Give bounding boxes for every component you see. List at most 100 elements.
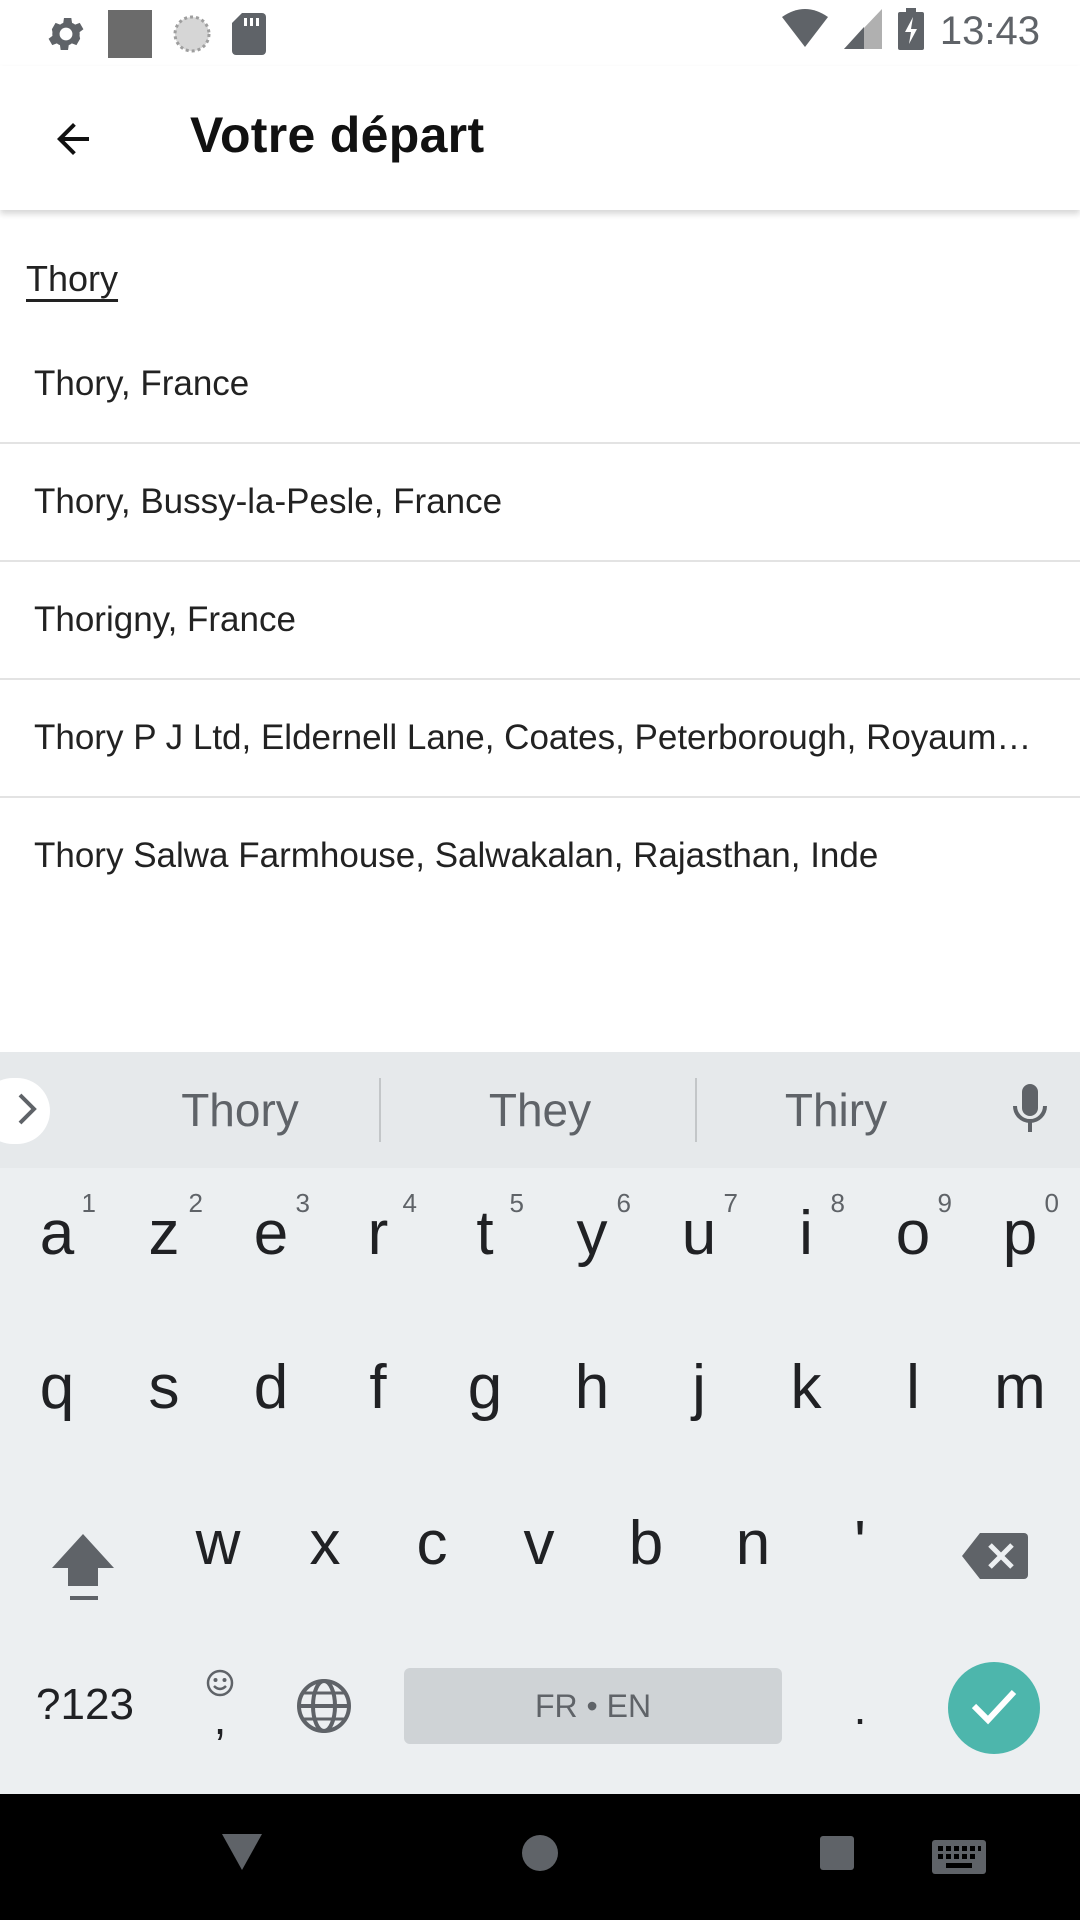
- done-key[interactable]: [948, 1662, 1040, 1754]
- status-time: 13:43: [939, 9, 1040, 53]
- key-b[interactable]: b: [593, 1508, 699, 1579]
- list-item[interactable]: Thorigny, France: [0, 562, 1080, 680]
- key-p[interactable]: p0: [967, 1188, 1073, 1269]
- key-label: e: [253, 1199, 289, 1268]
- key-hint-number: 6: [616, 1188, 631, 1218]
- key-c[interactable]: c: [379, 1508, 485, 1579]
- sdcard-icon: [232, 13, 266, 60]
- list-item[interactable]: Thory P J Ltd, Eldernell Lane, Coates, P…: [0, 680, 1080, 798]
- key-z[interactable]: z2: [111, 1188, 217, 1269]
- key-label: o: [895, 1199, 931, 1268]
- shift-key[interactable]: [50, 1532, 116, 1607]
- key-k[interactable]: k: [753, 1352, 859, 1423]
- key-label: u: [681, 1199, 717, 1268]
- key-hint-number: 4: [402, 1188, 417, 1218]
- key-label: w: [195, 1509, 241, 1578]
- keyboard-suggestion-strip: Thory They Thiry: [0, 1052, 1080, 1168]
- key-hint-number: 1: [81, 1188, 96, 1218]
- key-label: l: [906, 1353, 920, 1422]
- key-hint-number: 9: [937, 1188, 952, 1218]
- image-icon: [108, 10, 152, 63]
- key-t[interactable]: t5: [432, 1188, 538, 1269]
- globe-icon: [296, 1679, 352, 1738]
- battery-charging-icon: [897, 8, 924, 55]
- mic-icon: [1012, 1084, 1048, 1138]
- key-label: i: [799, 1199, 813, 1268]
- key-hint-number: 0: [1044, 1188, 1059, 1218]
- key-o[interactable]: o9: [860, 1188, 966, 1269]
- key-label: y: [576, 1199, 608, 1268]
- key-label: r: [367, 1199, 389, 1268]
- key-r[interactable]: r4: [325, 1188, 431, 1269]
- list-item[interactable]: Thory, Bussy-la-Pesle, France: [0, 444, 1080, 562]
- key-u[interactable]: u7: [646, 1188, 752, 1269]
- home-circle-icon: [521, 1835, 559, 1876]
- word-suggestion[interactable]: They: [420, 1052, 660, 1168]
- list-item-label: Thory, Bussy-la-Pesle, France: [34, 482, 503, 521]
- comma-key[interactable]: ,: [200, 1668, 240, 1748]
- list-item-label: Thory Salwa Farmhouse, Salwakalan, Rajas…: [34, 836, 879, 875]
- check-icon: [970, 1686, 1018, 1731]
- symbols-key[interactable]: ?123: [30, 1680, 140, 1730]
- nav-recents-button[interactable]: [820, 1836, 854, 1875]
- key-apostrophe[interactable]: ': [807, 1508, 913, 1579]
- sync-icon: [172, 14, 212, 59]
- navigation-bar: [0, 1794, 1080, 1920]
- word-suggestion[interactable]: Thiry: [716, 1052, 956, 1168]
- app-bar: Votre départ: [0, 66, 1080, 210]
- arrow-back-icon: [49, 115, 97, 168]
- shift-icon: [50, 1534, 116, 1606]
- nav-back-button[interactable]: [222, 1834, 262, 1875]
- key-label: g: [467, 1353, 503, 1422]
- key-i[interactable]: i8: [753, 1188, 859, 1269]
- nav-keyboard-button[interactable]: [932, 1840, 986, 1879]
- key-x[interactable]: x: [272, 1508, 378, 1579]
- language-key[interactable]: [296, 1678, 352, 1739]
- page-title: Votre départ: [190, 107, 485, 163]
- key-j[interactable]: j: [646, 1352, 752, 1423]
- backspace-icon: [962, 1533, 1028, 1583]
- key-e[interactable]: e3: [218, 1188, 324, 1269]
- key-n[interactable]: n: [700, 1508, 806, 1579]
- key-y[interactable]: y6: [539, 1188, 645, 1269]
- space-key[interactable]: FR • EN: [404, 1668, 782, 1744]
- key-label: p: [1002, 1199, 1038, 1268]
- list-item-label: Thorigny, France: [34, 600, 296, 639]
- keyboard-icon: [932, 1840, 986, 1878]
- key-hint-number: 8: [830, 1188, 845, 1218]
- list-item[interactable]: Thory Salwa Farmhouse, Salwakalan, Rajas…: [0, 798, 1080, 914]
- key-f[interactable]: f: [325, 1352, 431, 1423]
- key-label: d: [253, 1353, 289, 1422]
- period-key[interactable]: .: [840, 1668, 880, 1748]
- key-label: t: [476, 1199, 494, 1268]
- key-label: c: [416, 1509, 448, 1578]
- comma-label: ,: [213, 1692, 227, 1744]
- list-item-label: Thory P J Ltd, Eldernell Lane, Coates, P…: [34, 718, 1049, 757]
- key-m[interactable]: m: [967, 1352, 1073, 1423]
- key-q[interactable]: q: [4, 1352, 110, 1423]
- nav-home-button[interactable]: [521, 1834, 559, 1877]
- backspace-key[interactable]: [962, 1533, 1028, 1584]
- list-item[interactable]: Thory, France: [0, 326, 1080, 444]
- key-v[interactable]: v: [486, 1508, 592, 1579]
- key-s[interactable]: s: [111, 1352, 217, 1423]
- key-l[interactable]: l: [860, 1352, 966, 1423]
- key-a[interactable]: a1: [4, 1188, 110, 1269]
- key-d[interactable]: d: [218, 1352, 324, 1423]
- key-label: q: [39, 1353, 75, 1422]
- key-h[interactable]: h: [539, 1352, 645, 1423]
- expand-toolbar-button[interactable]: [0, 1078, 50, 1144]
- list-item-label: Thory, France: [34, 364, 250, 403]
- key-hint-number: 5: [509, 1188, 524, 1218]
- key-g[interactable]: g: [432, 1352, 538, 1423]
- key-label: h: [574, 1353, 610, 1422]
- mic-button[interactable]: [1012, 1084, 1048, 1139]
- status-bar: 13:43: [0, 0, 1080, 66]
- key-label: j: [692, 1353, 706, 1422]
- suggestion-list: Thory, France Thory, Bussy-la-Pesle, Fra…: [0, 326, 1080, 914]
- back-button[interactable]: [36, 104, 110, 178]
- key-label: m: [994, 1353, 1046, 1422]
- key-w[interactable]: w: [165, 1508, 271, 1579]
- search-input[interactable]: Thory: [26, 258, 118, 300]
- word-suggestion[interactable]: Thory: [120, 1052, 360, 1168]
